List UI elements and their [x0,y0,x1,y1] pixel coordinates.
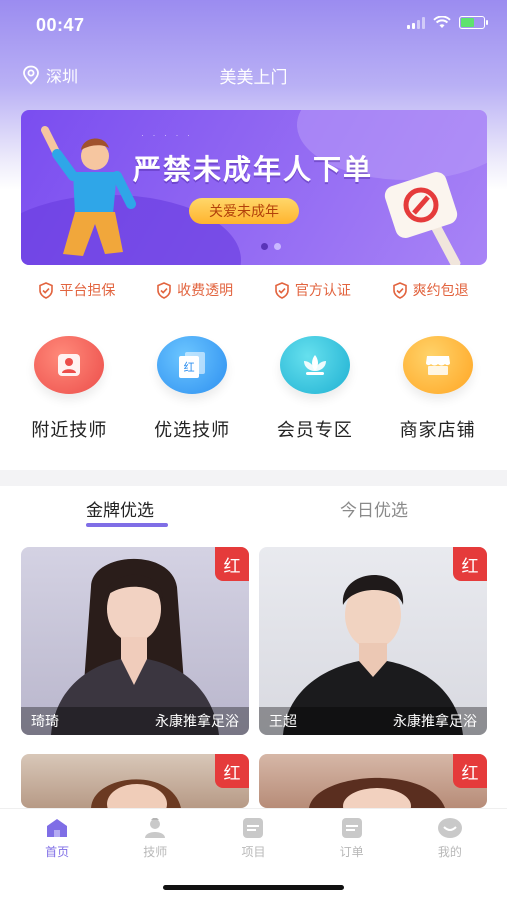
tab-profile[interactable]: 我的 [410,817,490,860]
active-tab-indicator [86,523,168,527]
hongbao-icon: 红 [179,352,206,378]
guarantee-row: 平台担保 收费透明 官方认证 爽约包退 [0,278,507,302]
guarantee-item: 平台担保 [38,278,115,302]
shop-icon [425,356,450,375]
category-member-zone[interactable]: 会员专区 [256,336,374,448]
bottom-tab-bar: 首页 技师 项目 订单 我的 [0,808,507,900]
category-icon-circle [279,336,350,394]
banner-dot[interactable] [274,243,281,250]
tab-label: 项目 [241,845,266,859]
banner-dot[interactable] [261,243,268,250]
shield-check-icon [157,281,171,299]
project-icon [243,818,264,838]
profile-icon [437,818,462,838]
home-icon [47,819,68,837]
banner-pagination [261,243,281,250]
technician-caption: 王超 永康推拿足浴 [259,707,487,735]
person-icon [58,354,81,376]
tab-label: 技师 [143,845,168,859]
tab-orders[interactable]: 订单 [312,817,392,860]
category-grid: 附近技师 红 优选技师 会员专区 商家店铺 [0,336,507,448]
tab-projects[interactable]: 项目 [213,817,293,860]
banner-headline: 严禁未成年人下单 [133,154,374,185]
shield-check-icon [39,281,54,299]
hot-badge: 红 [453,547,487,581]
technician-name: 王超 [269,713,297,729]
technician-caption: 琦琦 永康推拿足浴 [21,707,249,735]
tab-gold-picks[interactable]: 金牌优选 [86,496,154,521]
guarantee-label: 收费透明 [177,282,234,298]
technician-card[interactable]: 红 琦琦 永康推拿足浴 [21,547,249,735]
order-icon [341,818,362,838]
home-indicator [163,885,344,890]
battery-icon [459,16,488,29]
status-time: 00:47 [36,15,85,35]
category-icon-circle [34,336,105,394]
status-bar: 00:47 [0,0,507,50]
category-label: 商家店铺 [399,420,476,440]
category-nearby-technicians[interactable]: 附近技师 [10,336,128,448]
page-title: 美美上门 [219,68,288,87]
tab-label: 首页 [45,845,70,859]
lotus-icon [303,355,326,375]
hot-badge: 红 [453,754,487,788]
tab-today-picks[interactable]: 今日优选 [340,496,408,521]
guarantee-label: 平台担保 [59,282,116,298]
category-label: 附近技师 [31,420,108,440]
tab-bar-content: 金牌优选 今日优选 [0,486,507,532]
category-label: 优选技师 [154,420,231,440]
banner-tag: 关爱未成年 [189,198,299,224]
tab-technicians[interactable]: 技师 [115,817,195,860]
wifi-icon [433,16,451,28]
technician-card[interactable]: 红 王超 永康推拿足浴 [259,547,487,735]
category-merchant-stores[interactable]: 商家店铺 [379,336,497,448]
status-icons [407,16,488,29]
technician-service: 永康推拿足浴 [155,713,239,729]
banner-decoration: · · · · · [141,130,193,140]
hot-badge: 红 [215,547,249,581]
guarantee-item: 收费透明 [156,278,233,302]
nav-bar: 深圳 美美上门 [0,50,507,98]
technician-card[interactable]: 红 [259,754,487,808]
banner-person-illustration [41,126,136,256]
category-label: 会员专区 [276,420,353,440]
tab-label: 订单 [339,845,364,859]
section-divider [0,470,507,486]
technician-name: 琦琦 [31,713,59,729]
guarantee-item: 官方认证 [274,278,351,302]
prohibited-sign-icon [384,172,461,265]
guarantee-label: 爽约包退 [412,282,469,298]
category-featured-technicians[interactable]: 红 优选技师 [133,336,251,448]
technician-service: 永康推拿足浴 [393,713,477,729]
technician-icon [145,818,166,838]
shield-check-icon [392,281,407,299]
hot-badge: 红 [215,754,249,788]
technician-card[interactable]: 红 [21,754,249,808]
tab-home[interactable]: 首页 [17,817,97,860]
tab-label: 我的 [437,845,462,859]
signal-icon [407,16,425,29]
guarantee-item: 爽约包退 [392,278,469,302]
promo-banner[interactable]: · · · · · 严禁未成年人下单 关爱未成年 [21,110,487,265]
shield-check-icon [275,281,289,299]
category-icon-circle: 红 [157,336,228,394]
guarantee-label: 官方认证 [294,282,351,298]
category-icon-circle [402,336,473,394]
